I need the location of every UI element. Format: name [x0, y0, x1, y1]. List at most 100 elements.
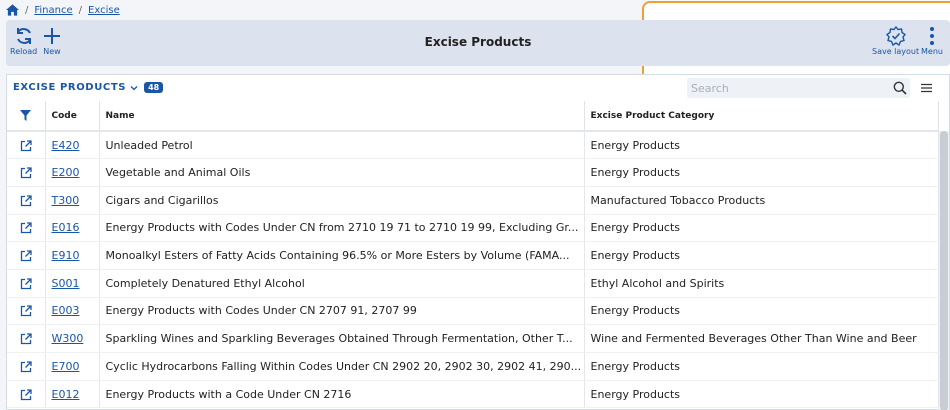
breadcrumb-finance[interactable]: Finance [34, 5, 72, 16]
code-link[interactable]: T300 [52, 194, 80, 207]
table-row[interactable]: S001 Completely Denatured Ethyl Alcohol Et… [7, 269, 939, 298]
open-cell[interactable] [7, 352, 46, 381]
filter-header[interactable] [7, 101, 46, 132]
home-icon[interactable] [6, 4, 19, 16]
open-external-icon[interactable] [20, 195, 32, 207]
open-cell[interactable] [7, 214, 46, 243]
open-cell[interactable] [7, 241, 46, 270]
name-cell: Vegetable and Animal Oils [99, 158, 585, 187]
breadcrumb-excise[interactable]: Excise [88, 5, 120, 16]
open-cell[interactable] [7, 131, 46, 160]
table-row[interactable]: E003 Energy Products with Codes Under CN … [7, 297, 939, 326]
kebab-menu-icon [929, 27, 934, 45]
excise-products-table: Code Name Excise Product Category E420 Un… [7, 101, 939, 409]
code-link[interactable]: E700 [52, 360, 80, 373]
chevron-down-icon [130, 85, 138, 90]
vertical-scrollbar[interactable] [939, 131, 949, 410]
open-external-icon[interactable] [20, 222, 32, 234]
name-cell: Monoalkyl Esters of Fatty Acids Containi… [99, 241, 585, 270]
search-input[interactable] [687, 78, 910, 98]
save-layout-label: Save layout [872, 47, 920, 56]
category-cell: Energy Products [584, 380, 939, 409]
toolbar: Reload New Excise Products Save layout M… [6, 20, 950, 66]
open-cell[interactable] [7, 324, 46, 353]
open-external-icon[interactable] [20, 139, 32, 152]
filter-icon [20, 110, 32, 121]
open-external-icon[interactable] [20, 167, 32, 179]
code-link[interactable]: E910 [52, 249, 80, 262]
search-icon[interactable] [893, 81, 907, 95]
breadcrumb: / Finance / Excise [6, 3, 120, 17]
table-row[interactable]: E910 Monoalkyl Esters of Fatty Acids Cont… [7, 241, 939, 270]
code-cell: E200 [45, 158, 100, 187]
code-cell: W300 [45, 324, 100, 353]
code-link[interactable]: E200 [52, 166, 80, 179]
breadcrumb-separator: / [25, 4, 29, 16]
column-header-name[interactable]: Name [99, 101, 585, 132]
name-cell: Cyclic Hydrocarbons Falling Within Codes… [99, 352, 585, 381]
code-cell: E016 [45, 214, 100, 243]
column-header-category[interactable]: Excise Product Category [584, 101, 939, 132]
category-cell: Energy Products [584, 158, 939, 187]
category-cell: Energy Products [584, 297, 939, 326]
open-external-icon[interactable] [20, 333, 32, 345]
open-cell[interactable] [7, 297, 46, 326]
code-link[interactable]: E012 [52, 388, 80, 401]
table-header-row: Code Name Excise Product Category [7, 101, 939, 132]
list-header: EXCISE PRODUCTS 48 [7, 75, 949, 101]
count-badge: 48 [144, 82, 164, 93]
name-cell: Sparkling Wines and Sparkling Beverages … [99, 324, 585, 353]
code-cell: T300 [45, 186, 100, 215]
table-row[interactable]: E012 Energy Products with a Code Under CN… [7, 380, 939, 409]
code-cell: E420 [45, 131, 100, 160]
save-layout-button[interactable]: Save layout [872, 26, 919, 56]
code-link[interactable]: E016 [52, 221, 80, 234]
menu-label: Menu [921, 47, 943, 56]
name-cell: Unleaded Petrol [99, 131, 585, 160]
code-cell: E003 [45, 297, 100, 326]
menu-button[interactable]: Menu [921, 26, 943, 56]
table-row[interactable]: E700 Cyclic Hydrocarbons Falling Within C… [7, 352, 939, 381]
category-cell: Energy Products [584, 214, 939, 243]
category-cell: Ethyl Alcohol and Spirits [584, 269, 939, 298]
open-external-icon[interactable] [20, 388, 32, 401]
open-external-icon[interactable] [20, 278, 32, 290]
table-row[interactable]: T300 Cigars and Cigarillos Manufactured To… [7, 186, 939, 215]
open-external-icon[interactable] [20, 250, 32, 262]
category-cell: Wine and Fermented Beverages Other Than … [584, 324, 939, 353]
open-cell[interactable] [7, 158, 46, 187]
open-cell[interactable] [7, 380, 46, 409]
open-external-icon[interactable] [20, 305, 32, 317]
open-external-icon[interactable] [20, 361, 32, 373]
gear-check-icon [885, 26, 906, 46]
category-cell: Manufactured Tobacco Products [584, 186, 939, 215]
list-title: EXCISE PRODUCTS [13, 82, 127, 93]
list-title-dropdown[interactable]: EXCISE PRODUCTS 48 [13, 82, 164, 93]
open-cell[interactable] [7, 269, 46, 298]
code-cell: E910 [45, 241, 100, 270]
code-link[interactable]: W300 [52, 332, 84, 345]
name-cell: Energy Products with Codes Under CN 2707… [99, 297, 585, 326]
excise-products-panel: EXCISE PRODUCTS 48 Code Name Excise Prod… [6, 74, 950, 410]
code-link[interactable]: S001 [52, 277, 80, 290]
scrollbar-thumb[interactable] [940, 131, 948, 410]
code-cell: E012 [45, 380, 100, 409]
table-row[interactable]: E200 Vegetable and Animal Oils Energy Prod… [7, 158, 939, 187]
page-title: Excise Products [424, 35, 532, 49]
category-cell: Energy Products [584, 131, 939, 160]
open-cell[interactable] [7, 186, 46, 215]
table-row[interactable]: E420 Unleaded Petrol Energy Products [7, 131, 939, 160]
category-cell: Energy Products [584, 352, 939, 381]
code-link[interactable]: E003 [52, 304, 80, 317]
table-row[interactable]: W300 Sparkling Wines and Sparkling Bevera… [7, 324, 939, 353]
name-cell: Cigars and Cigarillos [99, 186, 585, 215]
column-header-code[interactable]: Code [45, 101, 100, 132]
name-cell: Completely Denatured Ethyl Alcohol [99, 269, 585, 298]
table-row[interactable]: E016 Energy Products with Codes Under CN … [7, 214, 939, 243]
name-cell: Energy Products with a Code Under CN 271… [99, 380, 585, 409]
code-cell: S001 [45, 269, 100, 298]
breadcrumb-separator: / [78, 4, 83, 16]
code-link[interactable]: E420 [52, 139, 80, 152]
code-cell: E700 [45, 352, 100, 381]
list-options-icon[interactable] [921, 83, 932, 93]
